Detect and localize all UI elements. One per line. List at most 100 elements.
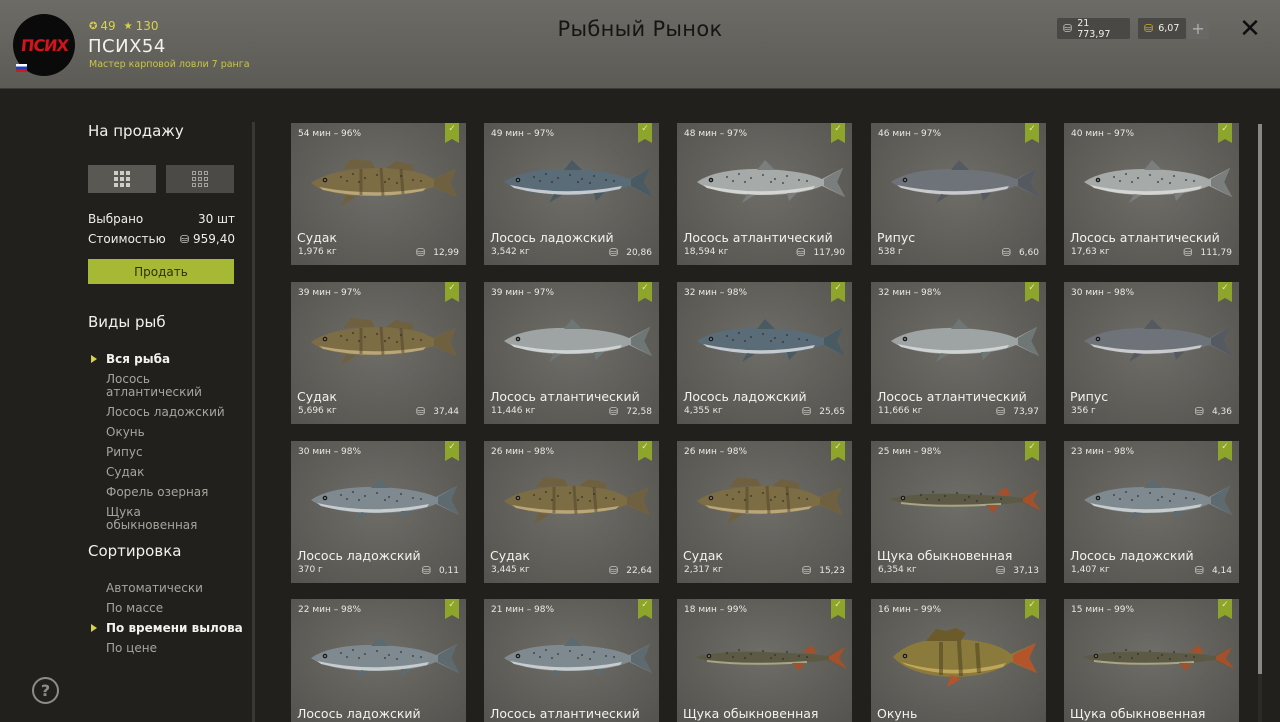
selected-check-icon[interactable]: ✓ (1025, 599, 1039, 619)
fish-name: Щука обыкновенная (1070, 706, 1206, 721)
fish-name: Щука обыкновенная (683, 706, 819, 721)
fish-name: Судак (297, 230, 337, 245)
selected-check-icon[interactable]: ✓ (1218, 282, 1232, 302)
salmon-small-fish-icon (504, 636, 652, 679)
selected-check-icon[interactable]: ✓ (1025, 441, 1039, 461)
selected-check-icon[interactable]: ✓ (638, 441, 652, 461)
fish-card[interactable]: 32 мин – 98% ✓ Лосось ладожский 4,355 кг… (677, 282, 852, 424)
selected-check-icon[interactable]: ✓ (638, 123, 652, 143)
perch-fish-icon (893, 628, 1037, 687)
cost-value-wrap: ⛁ 959,40 (180, 232, 235, 246)
fish-card[interactable]: 30 мин – 98% ✓ Лосось ладожский 370 г ⛁ 0… (291, 441, 466, 583)
fish-card[interactable]: 26 мин – 98% ✓ Судак 2,317 кг ⛁ 15,23 (677, 441, 852, 583)
fish-catch-meta: 30 мин – 98% (298, 447, 362, 457)
silver-coin-icon: ⛁ (996, 564, 1006, 577)
silver-balance: ⛁ 21 773,97 (1057, 17, 1130, 40)
fish-catch-meta: 39 мин – 97% (491, 288, 555, 298)
selected-check-icon[interactable]: ✓ (831, 282, 845, 302)
selected-check-icon[interactable]: ✓ (831, 599, 845, 619)
fish-card[interactable]: 15 мин – 99% ✓ Щука обыкновенная (1064, 599, 1239, 722)
player-rank: Мастер карповой ловли 7 ранга (89, 59, 250, 70)
fish-card[interactable]: 30 мин – 98% ✓ Рипус 356 г ⛁ 4,36 (1064, 282, 1239, 424)
fish-name: Лосось атлантический (1070, 230, 1220, 245)
selected-value: 30 шт (197, 212, 235, 226)
fish-card[interactable]: 26 мин – 98% ✓ Судак 3,445 кг ⛁ 22,64 (484, 441, 659, 583)
fish-card[interactable]: 16 мин – 99% ✓ Окунь (871, 599, 1046, 722)
fish-card[interactable]: 25 мин – 98% ✓ Щука обыкновенная 6,354 к… (871, 441, 1046, 583)
sort-option-1[interactable]: По массе (106, 602, 243, 615)
species-filter-item-3[interactable]: Окунь (106, 426, 225, 439)
silver-coin-icon: ⛁ (1194, 405, 1204, 418)
fish-catch-meta: 15 мин – 99% (1071, 605, 1135, 615)
species-filter-item-0[interactable]: Вся рыба (91, 353, 225, 366)
fish-price-value: 37,13 (1013, 565, 1039, 576)
fish-price-value: 111,79 (1200, 247, 1233, 258)
fish-card[interactable]: 21 мин – 98% ✓ Лосось атлантический (484, 599, 659, 722)
close-button[interactable]: ✕ (1236, 14, 1264, 44)
grid-scrollbar[interactable] (1258, 124, 1262, 722)
selected-check-icon[interactable]: ✓ (831, 441, 845, 461)
fish-price: ⛁ 72,58 (609, 405, 652, 418)
selected-check-icon[interactable]: ✓ (445, 282, 459, 302)
selected-check-icon[interactable]: ✓ (445, 441, 459, 461)
selected-check-icon[interactable]: ✓ (638, 282, 652, 302)
selected-check-icon[interactable]: ✓ (1025, 123, 1039, 143)
fish-card[interactable]: 48 мин – 97% ✓ Лосось атлантический 18,5… (677, 123, 852, 265)
salmon-atlantic-fish-icon (1084, 160, 1232, 203)
fish-card[interactable]: 49 мин – 97% ✓ Лосось ладожский 3,542 кг… (484, 123, 659, 265)
fish-card[interactable]: 18 мин – 99% ✓ Щука обыкновенная (677, 599, 852, 722)
fish-card[interactable]: 39 мин – 97% ✓ Лосось атлантический 11,4… (484, 282, 659, 424)
sort-option-2[interactable]: По времени вылова (91, 622, 243, 635)
species-filter-item-1[interactable]: Лосось атлантический (106, 373, 216, 399)
fish-catch-meta: 26 мин – 98% (491, 447, 555, 457)
fish-card[interactable]: 32 мин – 98% ✓ Лосось атлантический 11,6… (871, 282, 1046, 424)
selected-check-icon[interactable]: ✓ (445, 123, 459, 143)
species-filter-item-7[interactable]: Щука обыкновенная (106, 506, 216, 532)
species-filter-item-5[interactable]: Судак (106, 466, 225, 479)
zander-fish-icon (311, 318, 457, 365)
species-filter-item-2[interactable]: Лосось ладожский (106, 406, 225, 419)
fish-name: Рипус (877, 230, 916, 245)
selected-check-icon[interactable]: ✓ (1218, 441, 1232, 461)
fish-name: Лосось ладожский (1070, 548, 1194, 563)
selected-check-icon[interactable]: ✓ (1218, 599, 1232, 619)
fish-catch-meta: 30 мин – 98% (1071, 288, 1135, 298)
fish-price: ⛁ 6,60 (1002, 246, 1039, 259)
fish-catch-meta: 22 мин – 98% (298, 605, 362, 615)
small-grid-view-button[interactable] (88, 165, 156, 193)
fish-weight: 1,407 кг (1071, 565, 1110, 575)
fish-card[interactable]: 40 мин – 97% ✓ Лосось атлантический 17,6… (1064, 123, 1239, 265)
fish-name: Окунь (877, 706, 918, 721)
fish-card[interactable]: 39 мин – 97% ✓ Судак 5,696 кг ⛁ 37,44 (291, 282, 466, 424)
large-grid-view-button[interactable] (166, 165, 234, 193)
fish-card[interactable]: 23 мин – 98% ✓ Лосось ладожский 1,407 кг… (1064, 441, 1239, 583)
selected-check-icon[interactable]: ✓ (1025, 282, 1039, 302)
fish-card[interactable]: 54 мин – 96% ✓ Судак 1,976 кг ⛁ 12,99 (291, 123, 466, 265)
selected-check-icon[interactable]: ✓ (1218, 123, 1232, 143)
fish-card[interactable]: 46 мин – 97% ✓ Рипус 538 г ⛁ 6,60 (871, 123, 1046, 265)
selected-check-icon[interactable]: ✓ (831, 123, 845, 143)
scrollbar-thumb[interactable] (1258, 124, 1262, 674)
silver-value: 21 773,97 (1077, 17, 1111, 40)
species-filter-item-6[interactable]: Форель озерная (106, 486, 225, 499)
sort-option-0[interactable]: Автоматически (106, 582, 243, 595)
sell-button[interactable]: Продать (88, 259, 234, 284)
fish-catch-meta: 25 мин – 98% (878, 447, 942, 457)
fish-price-value: 4,14 (1211, 565, 1232, 576)
species-heading: Виды рыб (88, 313, 166, 331)
species-filter-item-4[interactable]: Рипус (106, 446, 225, 459)
fish-price: ⛁ 22,64 (609, 564, 652, 577)
fish-weight: 5,696 кг (298, 406, 337, 416)
silver-coin-icon: ⛁ (416, 246, 426, 259)
russia-flag-icon (16, 64, 27, 72)
selected-check-icon[interactable]: ✓ (638, 599, 652, 619)
fish-price: ⛁ 0,11 (422, 564, 459, 577)
fish-catch-meta: 46 мин – 97% (878, 129, 942, 139)
silver-coin-icon: ⛁ (179, 233, 190, 246)
selected-check-icon[interactable]: ✓ (445, 599, 459, 619)
sort-option-3[interactable]: По цене (106, 642, 243, 655)
help-button[interactable]: ? (32, 677, 59, 704)
fish-card[interactable]: 22 мин – 98% ✓ Лосось ладожский (291, 599, 466, 722)
add-currency-button[interactable]: + (1187, 18, 1209, 39)
silver-coin-icon: ⛁ (802, 564, 812, 577)
